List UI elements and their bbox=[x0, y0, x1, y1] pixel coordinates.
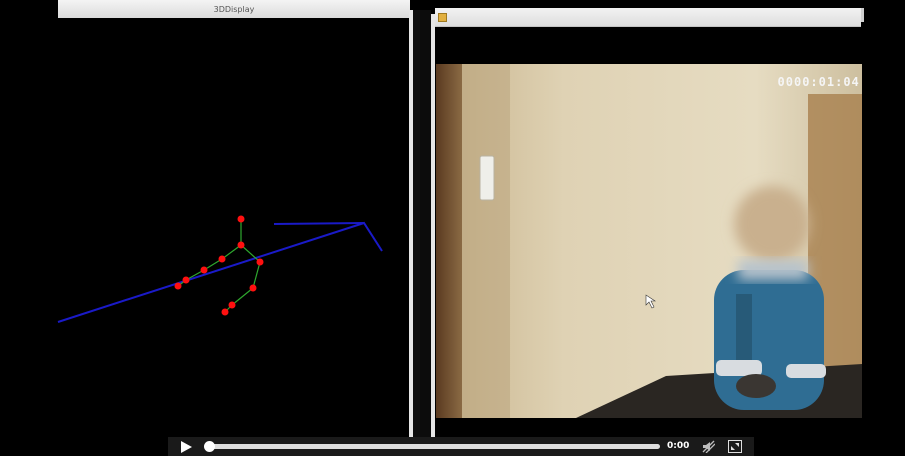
window-app-icon bbox=[438, 13, 447, 22]
progress-track[interactable] bbox=[205, 444, 660, 449]
3d-display-title: 3DDisplay bbox=[213, 5, 255, 14]
axis-line-top bbox=[273, 222, 365, 225]
video-frame[interactable]: 0000:01:04. bbox=[436, 64, 862, 418]
joint-shoulder-right bbox=[256, 258, 264, 266]
joint-shoulder-left bbox=[218, 255, 226, 263]
progress-thumb[interactable] bbox=[204, 441, 215, 452]
joint-head bbox=[237, 215, 245, 223]
3d-display-title-bar[interactable]: 3DDisplay bbox=[58, 0, 410, 19]
elapsed-time: 0:00 bbox=[667, 441, 690, 451]
wall-shadow bbox=[462, 64, 510, 418]
3d-display-viewport[interactable] bbox=[8, 18, 409, 438]
fullscreen-icon[interactable] bbox=[728, 440, 742, 453]
joint-elbow-left bbox=[200, 266, 208, 274]
play-icon[interactable] bbox=[180, 441, 192, 453]
mute-icon[interactable] bbox=[702, 440, 715, 453]
joint-hand-left bbox=[174, 282, 182, 290]
axis-line bbox=[57, 221, 383, 323]
window-gap bbox=[413, 10, 431, 438]
door-frame bbox=[436, 64, 462, 418]
video-window-title-bar[interactable] bbox=[435, 8, 861, 27]
joint-neck bbox=[237, 241, 245, 249]
wall-switch bbox=[479, 155, 495, 201]
window-divider-right[interactable] bbox=[431, 14, 435, 438]
joint-hand-right bbox=[221, 308, 229, 316]
skeleton-joints bbox=[174, 215, 264, 316]
skeleton-3d-view bbox=[57, 215, 383, 323]
joint-wrist-left bbox=[182, 276, 190, 284]
video-scene bbox=[436, 64, 862, 418]
skeleton-bones bbox=[177, 219, 261, 313]
window-edge bbox=[861, 8, 864, 22]
joint-wrist-right bbox=[228, 301, 236, 309]
joint-elbow-right bbox=[249, 284, 257, 292]
video-timecode: 0000:01:04. bbox=[777, 75, 862, 89]
